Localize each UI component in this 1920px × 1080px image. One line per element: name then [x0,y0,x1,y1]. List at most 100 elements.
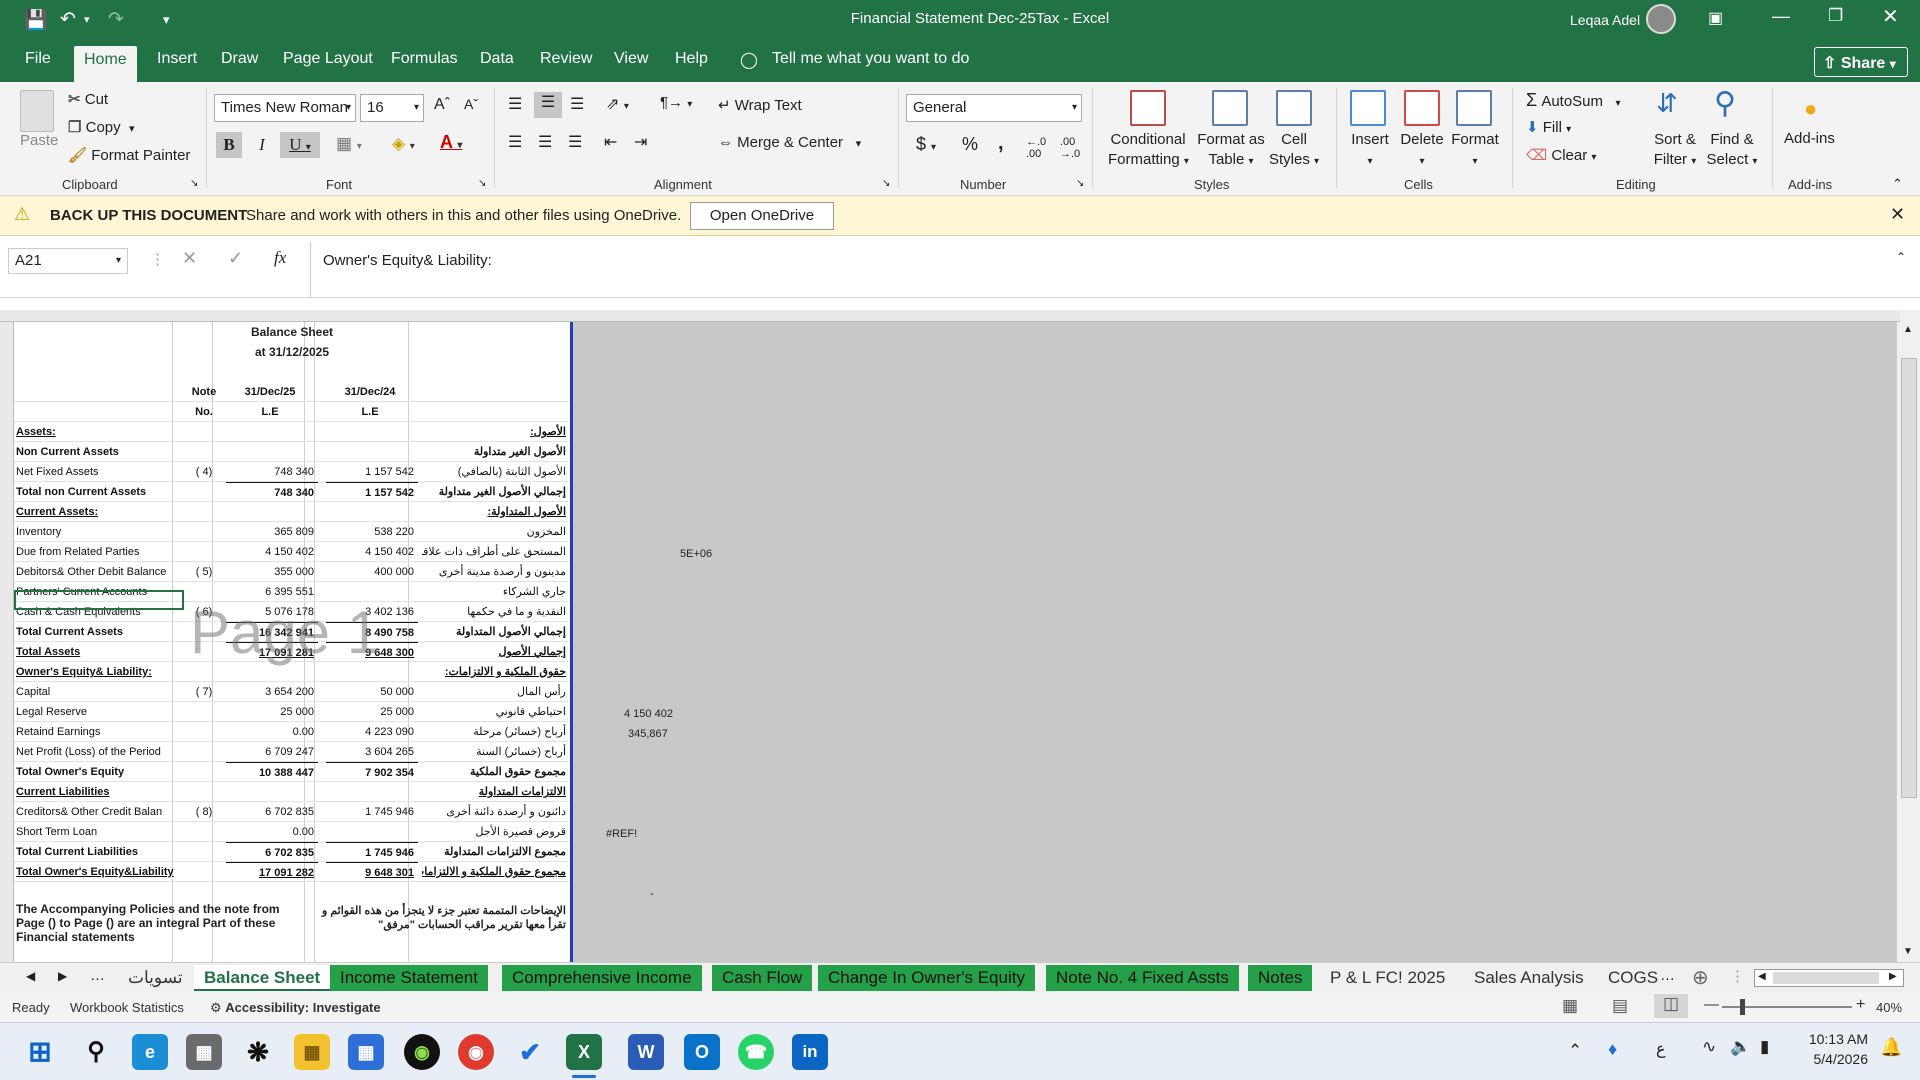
increase-indent-icon[interactable]: ⇥ [634,132,647,152]
tab-view[interactable]: View [614,50,648,68]
restore-icon[interactable]: ❐ [1828,6,1843,26]
scroll-right-icon[interactable]: ▶ [1889,971,1897,982]
tab-home[interactable]: Home [74,46,137,82]
balance-row[interactable]: Retaind Earnings 0.00 4 223 090 أرباح (خسائ… [14,722,570,742]
bluetooth-icon[interactable]: ♦ [1608,1039,1617,1060]
open-onedrive-button[interactable]: Open OneDrive [690,202,834,230]
text-direction-icon[interactable]: ¶→ ▾ [660,94,692,111]
enter-icon[interactable]: ✓ [228,248,243,269]
horizontal-scrollbar[interactable]: ◀ ▶ [1754,969,1904,987]
increase-decimal-icon[interactable]: ←.0.00 [1026,136,1046,160]
page-break-view-icon[interactable]: ◫ [1654,994,1688,1018]
align-right-icon[interactable]: ☰ [568,132,582,152]
cancel-icon[interactable]: ✕ [182,248,197,269]
workbook-statistics[interactable]: Workbook Statistics [70,1000,184,1015]
edge-icon[interactable]: e [132,1034,168,1070]
more-tabs-icon[interactable]: … [90,967,105,984]
scroll-up-icon[interactable]: ▲ [1903,324,1913,335]
tab-page-layout[interactable]: Page Layout [283,50,373,68]
font-launcher-icon[interactable]: ↘ [478,178,486,189]
font-size-select[interactable]: 16 ▾ [360,94,424,122]
sheet-tab-pl-fc-2025[interactable]: P & L FC! 2025 [1320,965,1455,991]
name-box[interactable]: A21 ▾ [8,248,128,274]
side-value-4[interactable]: #REF! [606,828,637,840]
close-icon[interactable]: ✕ [1882,4,1899,29]
new-sheet-icon[interactable]: ⊕ [1692,965,1709,990]
user-name[interactable]: Leqaa Adel [1570,12,1640,28]
copy-button[interactable]: ❐ Copy ▾ [68,118,135,136]
tab-insert[interactable]: Insert [157,50,197,68]
side-value-3[interactable]: 345,867 [628,728,668,740]
balance-row[interactable]: Total Current Liabilities 6 702 835 1 745 … [14,842,570,862]
clipboard-launcher-icon[interactable]: ↘ [190,178,198,189]
sheet-tab-comprehensive-income[interactable]: Comprehensive Income [502,965,702,991]
collapse-ribbon-icon[interactable]: ⌃ [1892,176,1903,192]
currency-button[interactable]: $ ▾ [916,134,936,155]
sheet-tab-note-4[interactable]: Note No. 4 Fixed Assts [1046,965,1239,991]
sheet-tab-notes[interactable]: Notes [1248,965,1313,991]
font-color-icon[interactable]: A ▾ [440,132,462,153]
cut-button[interactable]: ✂ Cut [68,90,108,108]
tab-scroll-left-icon[interactable]: ◀ [26,969,35,983]
scroll-left-icon[interactable]: ◀ [1758,971,1766,982]
decrease-font-size-icon[interactable]: Aˇ [464,96,478,112]
sheet-tab-change-in-equity[interactable]: Change In Owner's Equity [818,965,1035,991]
close-message-icon[interactable]: ✕ [1890,204,1905,225]
balance-row[interactable]: Inventory 365 809 538 220 المخزون [14,522,570,542]
zoom-out-icon[interactable]: — [1704,996,1719,1013]
store-icon[interactable]: ▦ [348,1034,384,1070]
hscroll-thumb[interactable] [1773,972,1879,984]
wrap-text-button[interactable]: ↵ Wrap Text [718,96,802,114]
bottom-align-icon[interactable]: ☰ [570,94,584,114]
more-tabs-right-icon[interactable]: … [1660,967,1675,984]
balance-row[interactable]: Non Current Assets الأصول الغير متداولة [14,442,570,462]
zoom-slider[interactable] [1722,999,1852,1015]
merge-center-button[interactable]: ⇔ Merge & Center ▾ [718,134,861,151]
fill-color-icon[interactable]: ◈ ▾ [392,134,415,154]
footer-note-arabic[interactable]: الإيضاحات المتممة تعتبر جزء لا يتجزأ من … [314,904,566,932]
tab-formulas[interactable]: Formulas [391,50,458,68]
volume-icon[interactable]: 🔈 [1730,1037,1751,1057]
balance-row[interactable]: Legal Reserve 25 000 25 000 احتياطي قانوني [14,702,570,722]
orientation-icon[interactable]: ⇗ ▾ [606,94,629,114]
italic-button[interactable]: I [250,132,274,158]
sheet-date[interactable]: at 31/12/2025 [14,342,570,362]
top-align-icon[interactable]: ☰ [508,94,522,114]
zoom-in-icon[interactable]: + [1856,996,1865,1014]
percent-button[interactable]: % [962,134,978,155]
redo-icon[interactable]: ↷ [108,8,124,31]
insert-cells-button[interactable]: Insert ▾ [1350,130,1390,172]
formula-input[interactable]: Owner's Equity& Liability: [310,242,1910,298]
clock-date[interactable]: 5/4/2026 [1798,1051,1869,1067]
tab-help[interactable]: Help [675,50,708,68]
balance-row[interactable]: Net Profit (Loss) of the Period 6 709 247… [14,742,570,762]
avatar[interactable] [1646,4,1676,34]
zoom-thumb[interactable] [1740,999,1745,1015]
clear-button[interactable]: ⌫ Clear ▾ [1526,146,1596,164]
minimize-icon[interactable]: — [1772,6,1790,27]
decrease-indent-icon[interactable]: ⇤ [604,132,617,152]
file-explorer-icon[interactable]: ▦ [294,1034,330,1070]
balance-row[interactable]: Short Term Loan 0.00 قروض قصيرة الأجل [14,822,570,842]
header-row-2[interactable]: No. L.E L.E [14,402,570,422]
find-select-button[interactable]: Find & Select ▾ [1704,130,1760,172]
scroll-down-icon[interactable]: ▼ [1903,946,1913,957]
number-format-select[interactable]: General ▾ [906,94,1082,122]
zoom-level[interactable]: 40% [1876,1000,1902,1015]
sheet-tab-cash-flow[interactable]: Cash Flow [712,965,813,991]
word-icon[interactable]: W [628,1034,664,1070]
align-center-icon[interactable]: ☰ [538,132,552,152]
insert-function-button[interactable]: fx [274,248,286,268]
windows-start-icon[interactable]: ⊞ [22,1034,58,1070]
battery-icon[interactable]: ▮ [1760,1037,1769,1057]
middle-align-icon[interactable]: ☰ [534,92,562,118]
decrease-decimal-icon[interactable]: .00 →.0 [1060,136,1080,160]
delete-cells-button[interactable]: Delete ▾ [1400,130,1444,172]
balance-row[interactable]: Total Owner's Equity&Liability 17 091 282… [14,862,570,882]
sort-filter-button[interactable]: Sort & Filter ▾ [1648,130,1702,172]
side-value-2[interactable]: 4 150 402 [624,708,673,720]
scroll-thumb[interactable] [1901,358,1917,798]
page-layout-view-icon[interactable]: ▤ [1612,996,1628,1016]
format-as-table-button[interactable]: Format as Table ▾ [1196,130,1266,172]
normal-view-icon[interactable]: ▦ [1562,996,1578,1016]
